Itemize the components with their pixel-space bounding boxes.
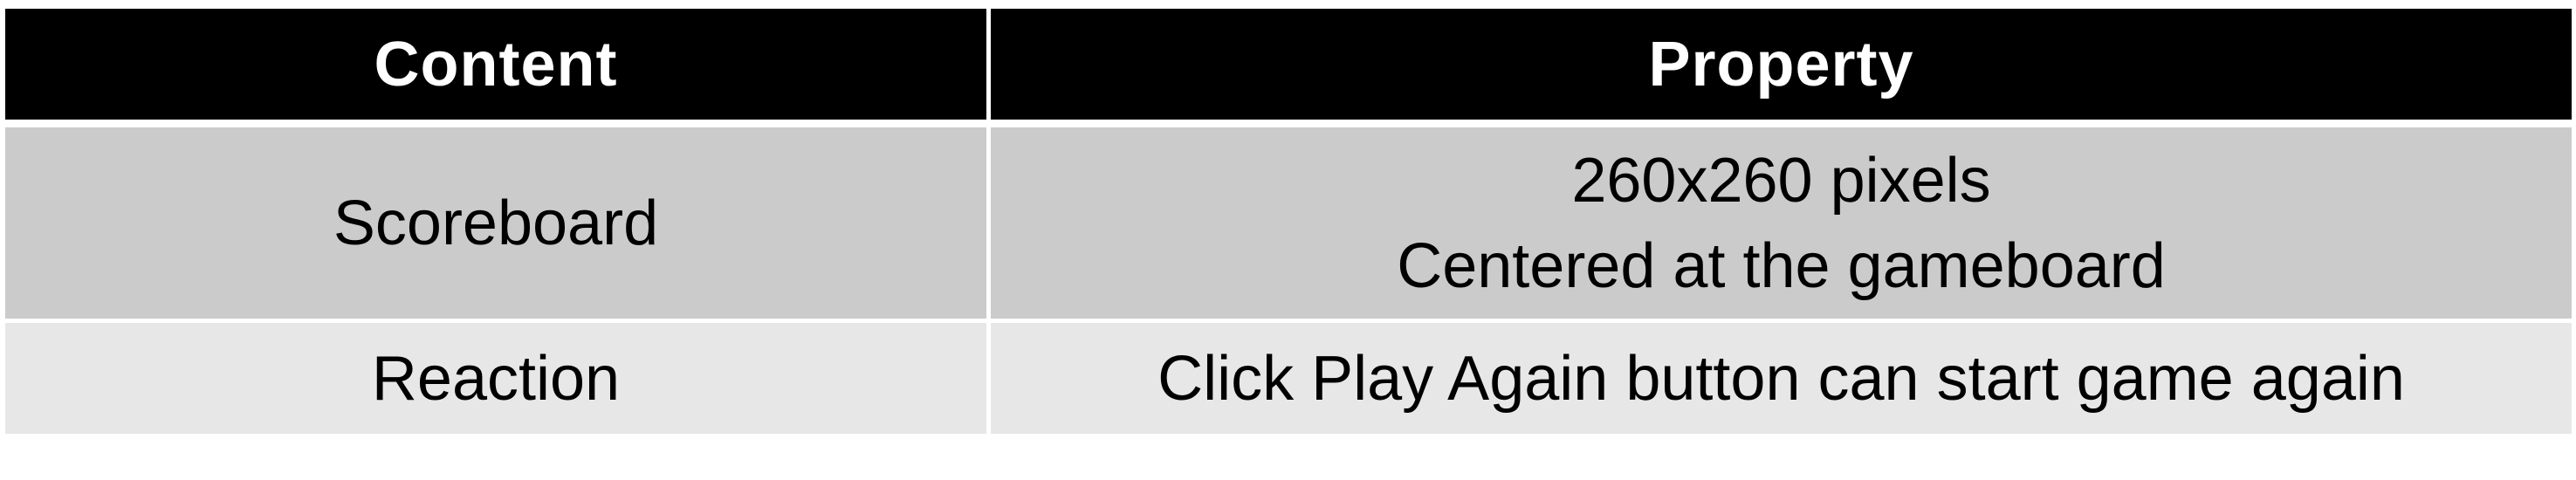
- cell-property-reaction: Click Play Again button can start game a…: [986, 319, 2572, 434]
- property-line: Centered at the gameboard: [1397, 230, 2166, 301]
- table-row: Reaction Click Play Again button can sta…: [5, 319, 2572, 434]
- table-header-row: Content Property: [5, 9, 2572, 120]
- cell-content-scoreboard: Scoreboard: [5, 120, 986, 319]
- table-row: Scoreboard 260x260 pixels Centered at th…: [5, 120, 2572, 319]
- header-property: Property: [986, 9, 2572, 120]
- spec-table-container: Content Property Scoreboard 260x260 pixe…: [5, 9, 2572, 434]
- spec-table: Content Property Scoreboard 260x260 pixe…: [5, 9, 2572, 434]
- cell-property-scoreboard: 260x260 pixels Centered at the gameboard: [986, 120, 2572, 319]
- property-line: Click Play Again button can start game a…: [1157, 343, 2405, 414]
- property-line: 260x260 pixels: [1571, 145, 1991, 216]
- cell-content-reaction: Reaction: [5, 319, 986, 434]
- header-content: Content: [5, 9, 986, 120]
